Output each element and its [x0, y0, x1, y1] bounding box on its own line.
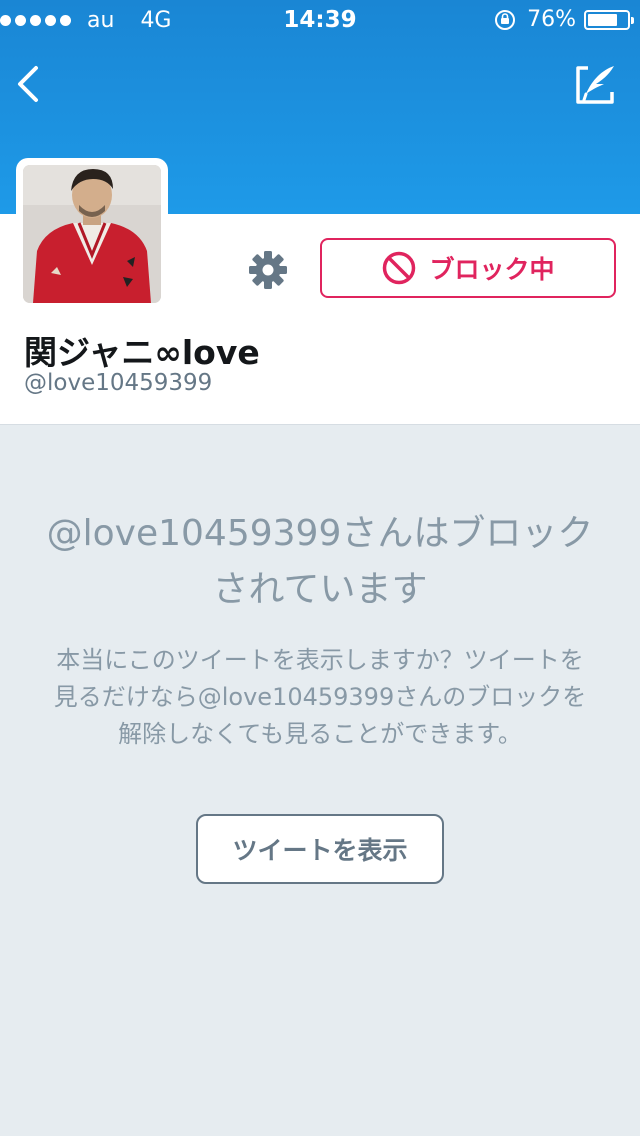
chevron-left-icon: [18, 66, 38, 102]
status-right: 76%: [493, 7, 634, 32]
avatar-frame: [16, 158, 168, 310]
battery-percent: 76%: [527, 7, 576, 32]
rotation-lock-icon: [495, 9, 516, 30]
blocked-notice-description: 本当にこのツイートを表示しますか？ツイートを見るだけなら@love1045939…: [53, 646, 587, 748]
avatar[interactable]: [23, 165, 161, 303]
blocked-notice-title: @love10459399さんはブロックされています: [46, 513, 594, 610]
compose-tweet-button[interactable]: [570, 60, 620, 110]
gear-icon: [249, 251, 287, 289]
battery-icon: [584, 9, 634, 30]
battery-fill: [588, 13, 617, 26]
profile-display-name: 関ジャニ∞love: [24, 333, 260, 372]
block-circle-icon: [383, 251, 416, 285]
blocked-button[interactable]: ブロック中: [320, 238, 616, 298]
back-button[interactable]: [10, 60, 50, 108]
profile-photo: [23, 165, 161, 303]
compose-tweet-icon: [576, 66, 614, 104]
blocked-button-label: ブロック中: [429, 255, 555, 284]
status-bar: au 4G 14:39 76%: [0, 0, 640, 40]
show-tweet-button[interactable]: ツイートを表示: [196, 814, 444, 884]
settings-button[interactable]: [244, 246, 292, 294]
profile-screen-name: @love10459399: [24, 370, 213, 396]
show-tweet-button-label: ツイートを表示: [232, 836, 408, 865]
